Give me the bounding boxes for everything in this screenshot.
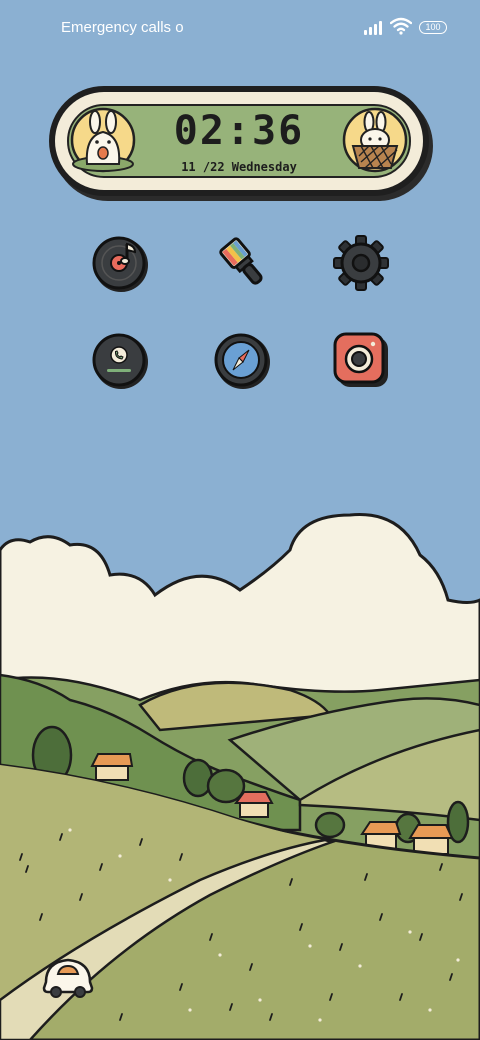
- wifi-icon: [390, 17, 412, 35]
- gear-icon[interactable]: [332, 234, 390, 292]
- clock-widget[interactable]: 02:36 11 /22 Wednesday: [49, 86, 429, 196]
- car-icon[interactable]: [40, 952, 96, 998]
- compass-icon[interactable]: [213, 331, 271, 389]
- signal-icon: [364, 21, 386, 35]
- paint-brush-icon[interactable]: [213, 234, 271, 292]
- battery-icon: 100: [419, 21, 447, 34]
- status-bar: Emergency calls o 100: [0, 0, 480, 56]
- bunny-basket-icon: [342, 107, 408, 173]
- music-record-icon[interactable]: [91, 234, 149, 292]
- camera-icon[interactable]: [332, 331, 390, 389]
- carrier-text: Emergency calls o: [61, 19, 184, 36]
- phone-icon[interactable]: [91, 331, 149, 389]
